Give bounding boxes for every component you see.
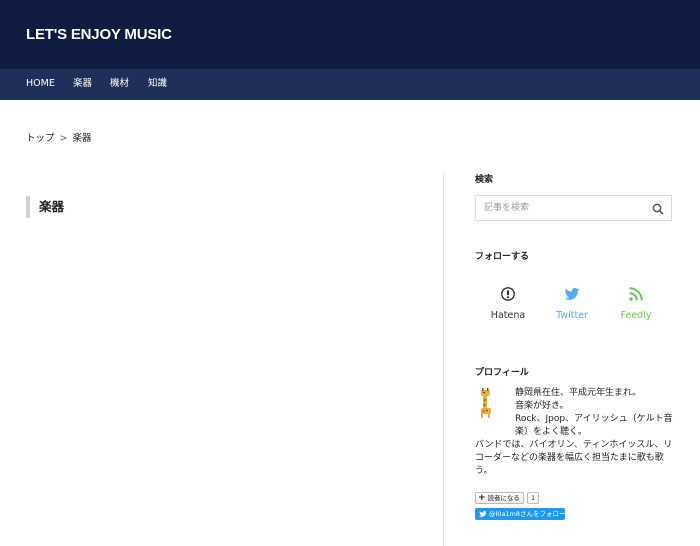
site-title[interactable]: LET'S ENJOY MUSIC bbox=[26, 26, 172, 43]
search-widget-title: 検索 bbox=[475, 175, 494, 185]
sidebar-divider bbox=[443, 172, 444, 546]
twitter-follow-button[interactable]: @l0a1m8さんをフォロー bbox=[475, 508, 566, 520]
follow-feedly-button[interactable]: Feedly bbox=[606, 286, 666, 321]
follow-twitter-button[interactable]: Twitter bbox=[542, 286, 602, 321]
hatena-reader-button[interactable]: + 読者になる 1 bbox=[475, 492, 540, 504]
hatena-icon bbox=[500, 286, 516, 302]
search-icon[interactable] bbox=[651, 201, 665, 215]
search-form bbox=[475, 195, 672, 221]
follow-twitter-label: Twitter bbox=[556, 310, 588, 321]
profile-text-line: コーダーなどの楽器を幅広く担当たまに歌も歌 bbox=[475, 453, 664, 463]
rss-feed-icon bbox=[628, 286, 644, 302]
reader-count-badge: 1 bbox=[527, 492, 540, 504]
profile-text-line: う。 bbox=[475, 466, 493, 476]
search-input[interactable] bbox=[476, 196, 646, 220]
profile-text-line: Rock、Jpop、アイリッシュ（ケルト音 bbox=[515, 414, 673, 424]
follow-feedly-label: Feedly bbox=[620, 310, 652, 321]
twitter-follow-label: @l0a1m8さんをフォロー bbox=[489, 510, 566, 518]
breadcrumb: トップ > 楽器 bbox=[26, 130, 92, 144]
global-nav: HOME 楽器 機材 知識 bbox=[0, 69, 700, 100]
site-header: LET'S ENJOY MUSIC bbox=[0, 0, 700, 69]
profile-text-line: 音楽が好き。 bbox=[515, 401, 569, 411]
profile-text-line: 楽）をよく聴く。 bbox=[515, 427, 588, 437]
follow-widget-title: フォローする bbox=[475, 252, 530, 262]
nav-item-home[interactable]: HOME bbox=[26, 78, 55, 90]
plus-icon: + bbox=[478, 493, 486, 503]
follow-hatena-button[interactable]: Hatena bbox=[478, 286, 538, 321]
profile-text-line: バンドでは、バイオリン、ティンホイッスル、リ bbox=[475, 440, 673, 450]
profile-widget-title: プロフィール bbox=[475, 368, 529, 378]
profile-text-line: 静岡県在住、平成元年生まれ。 bbox=[515, 388, 642, 398]
breadcrumb-home-link[interactable]: トップ bbox=[26, 133, 55, 144]
follow-hatena-label: Hatena bbox=[490, 310, 526, 321]
breadcrumb-current: 楽器 bbox=[72, 133, 92, 144]
giraffe-avatar-icon bbox=[477, 388, 495, 418]
breadcrumb-separator: > bbox=[59, 133, 68, 144]
nav-item-equipment[interactable]: 機材 bbox=[110, 78, 129, 90]
hatena-subscribe-button[interactable]: + 読者になる bbox=[475, 492, 525, 504]
page-title: 楽器 bbox=[26, 196, 64, 218]
nav-item-instruments[interactable]: 楽器 bbox=[73, 78, 92, 90]
hatena-subscribe-label: 読者になる bbox=[487, 494, 521, 502]
twitter-bird-icon bbox=[479, 511, 487, 517]
nav-item-knowledge[interactable]: 知識 bbox=[148, 78, 167, 90]
twitter-bird-icon bbox=[564, 286, 580, 302]
